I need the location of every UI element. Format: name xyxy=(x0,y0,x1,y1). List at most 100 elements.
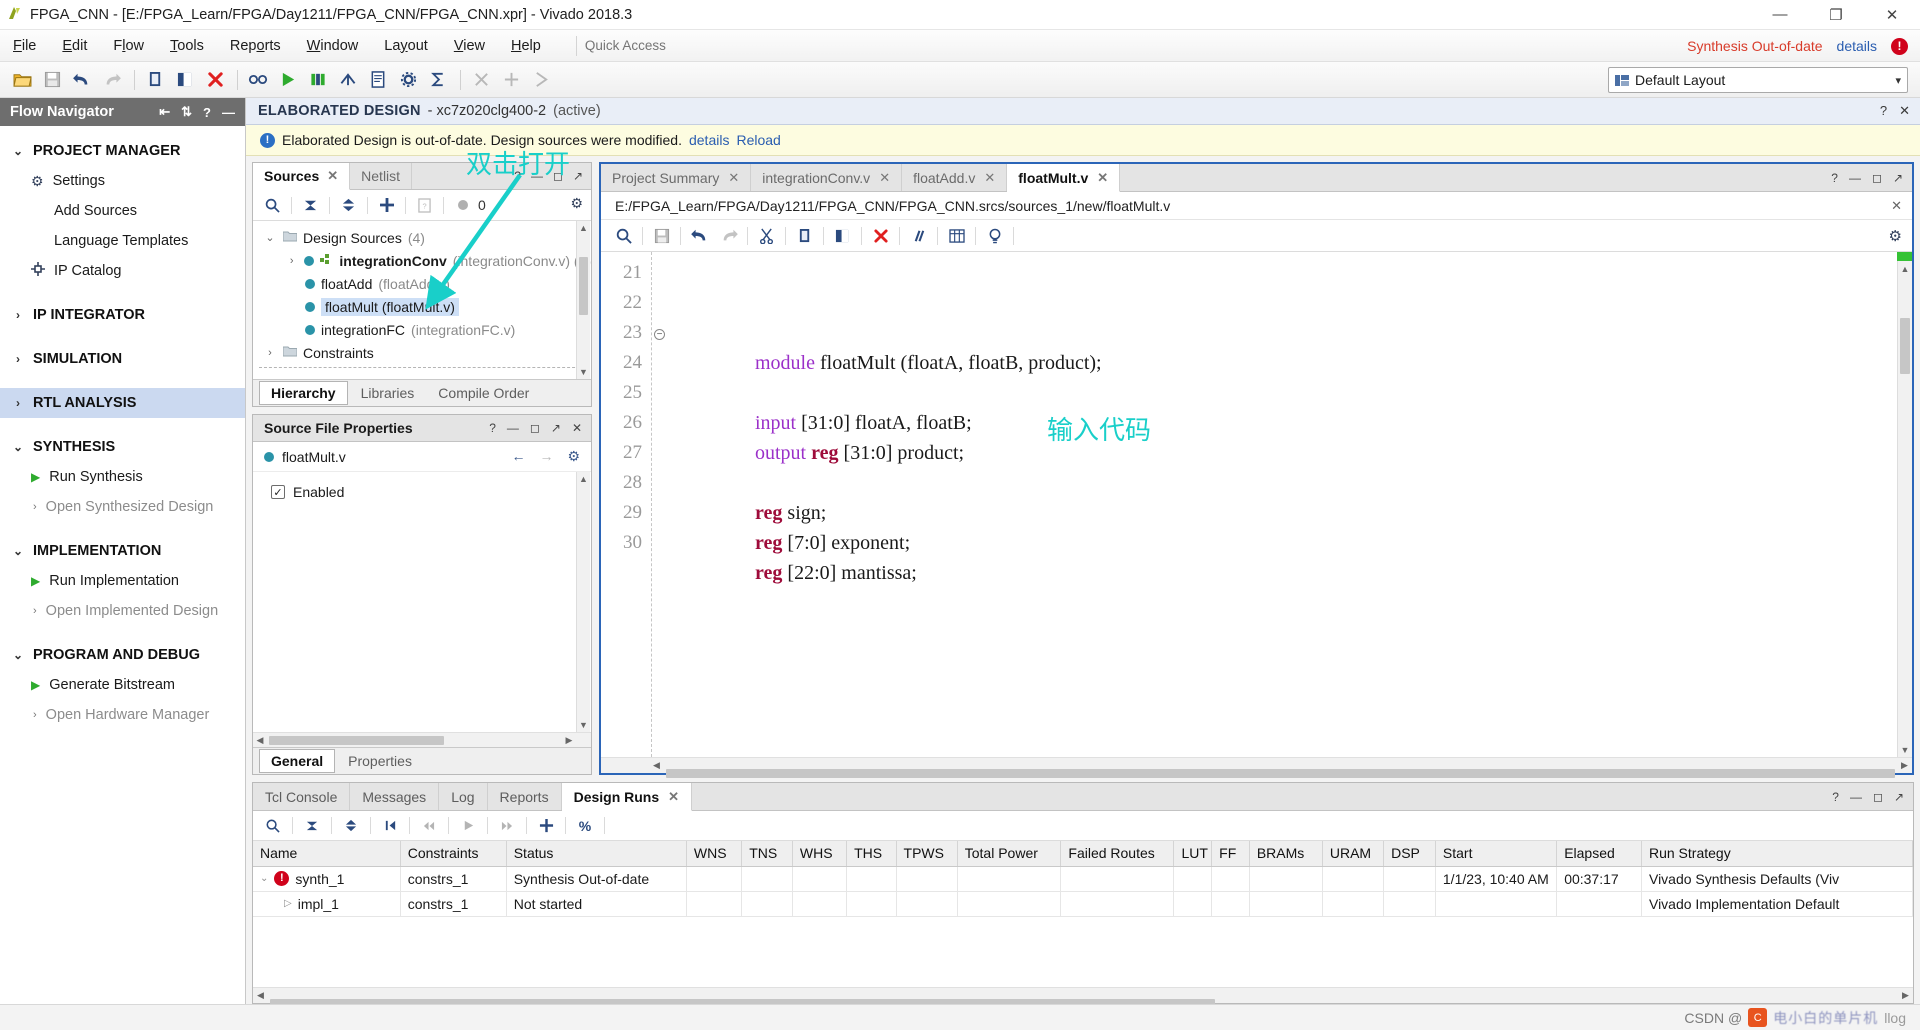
sidebar-item-settings[interactable]: ⚙ Settings xyxy=(0,166,245,196)
sidebar-section-simulation[interactable]: › SIMULATION xyxy=(0,344,245,374)
go-to-start-icon[interactable] xyxy=(376,813,404,838)
back-arrow-icon[interactable]: ← xyxy=(511,448,525,465)
expand-collapse-icon[interactable]: ⇅ xyxy=(181,104,192,120)
scroll-right-icon[interactable]: ▶ xyxy=(1898,990,1913,1001)
close-icon[interactable]: ✕ xyxy=(1891,198,1902,214)
editor-horizontal-scrollbar[interactable]: ◀ ▶ xyxy=(601,757,1912,778)
float-icon[interactable]: ↗ xyxy=(1893,171,1903,185)
sidebar-section-synthesis[interactable]: ⌄ SYNTHESIS xyxy=(0,432,245,462)
col-whs[interactable]: WHS xyxy=(792,841,848,867)
sidebar-item-run-implementation[interactable]: ▶ Run Implementation xyxy=(0,566,245,596)
float-icon[interactable]: ↗ xyxy=(1894,790,1904,804)
search-icon[interactable] xyxy=(259,193,286,218)
bulb-icon[interactable] xyxy=(980,223,1009,249)
code-area[interactable]: 21 22 23 24 25 26 27 28 29 30 − module f… xyxy=(601,252,1912,757)
col-brams[interactable]: BRAMs xyxy=(1249,841,1323,867)
code-fold-column[interactable]: − xyxy=(651,252,667,757)
close-icon[interactable]: ✕ xyxy=(1097,170,1108,186)
table-row[interactable]: ▷ impl_1 constrs_1 Not started Vivado Im… xyxy=(253,891,1913,917)
help-icon[interactable]: ? xyxy=(1880,103,1887,119)
col-tns[interactable]: TNS xyxy=(741,841,793,867)
expand-all-icon[interactable] xyxy=(335,193,362,218)
undo-icon[interactable] xyxy=(685,223,714,249)
col-dsp[interactable]: DSP xyxy=(1383,841,1436,867)
collapse-all-icon[interactable]: ⇤ xyxy=(159,104,170,120)
close-button[interactable]: ✕ xyxy=(1864,0,1920,30)
layout-selector[interactable]: Default Layout ▾ xyxy=(1608,67,1908,93)
maximize-icon[interactable]: ◻ xyxy=(530,421,540,435)
editor-settings-gear-icon[interactable]: ⚙ xyxy=(1889,227,1902,245)
comment-icon[interactable] xyxy=(904,223,933,249)
scroll-up-icon[interactable]: ▲ xyxy=(577,221,591,235)
tab-messages[interactable]: Messages xyxy=(350,783,440,810)
scroll-right-icon[interactable]: ▶ xyxy=(1897,760,1912,771)
properties-horizontal-scrollbar[interactable]: ◀ ▶ xyxy=(253,732,591,747)
paste-icon[interactable] xyxy=(828,223,857,249)
sidebar-section-program-and-debug[interactable]: ⌄ PROGRAM AND DEBUG xyxy=(0,640,245,670)
collapse-all-icon[interactable] xyxy=(297,193,324,218)
quick-access-input[interactable] xyxy=(575,35,761,56)
help-icon[interactable]: ? xyxy=(1832,790,1839,804)
minimize-icon[interactable]: — xyxy=(1849,171,1861,185)
scroll-right-icon[interactable]: ▶ xyxy=(562,735,576,746)
close-icon[interactable]: ✕ xyxy=(879,170,890,186)
close-icon[interactable]: ✕ xyxy=(984,170,995,186)
synthesis-details-link[interactable]: details xyxy=(1837,38,1877,54)
implement-icon[interactable] xyxy=(304,66,332,94)
menu-edit[interactable]: Edit xyxy=(49,34,100,58)
tree-label-selected[interactable]: floatMult (floatMult.v) xyxy=(321,297,459,316)
col-status[interactable]: Status xyxy=(506,841,687,867)
scroll-left-icon[interactable]: ◀ xyxy=(253,735,267,746)
menu-flow[interactable]: Flow xyxy=(100,34,157,58)
tab-integrationConv-v[interactable]: integrationConv.v ✕ xyxy=(751,164,903,191)
run-icon[interactable] xyxy=(274,66,302,94)
design-runs-horizontal-scrollbar[interactable]: ◀ ▶ xyxy=(253,987,1913,1008)
scroll-left-icon[interactable]: ◀ xyxy=(649,760,664,771)
close-icon[interactable]: ✕ xyxy=(327,168,338,184)
fold-toggle-icon[interactable]: − xyxy=(654,329,665,340)
minimize-icon[interactable]: — xyxy=(507,421,519,435)
tab-project-summary[interactable]: Project Summary ✕ xyxy=(601,164,752,191)
open-project-icon[interactable] xyxy=(8,66,36,94)
col-wns[interactable]: WNS xyxy=(686,841,743,867)
help-icon[interactable]: ? xyxy=(489,421,496,435)
tab-floatAdd-v[interactable]: floatAdd.v ✕ xyxy=(902,164,1008,191)
minimize-panel-icon[interactable]: — xyxy=(222,105,235,120)
chevron-down-icon[interactable]: ▾ xyxy=(1895,74,1901,87)
col-total-power[interactable]: Total Power xyxy=(957,841,1062,867)
save-icon[interactable] xyxy=(38,66,66,94)
tab-general[interactable]: General xyxy=(259,749,336,773)
float-icon[interactable]: ↗ xyxy=(573,169,583,183)
warning-details-link[interactable]: details xyxy=(689,132,729,148)
cell-name[interactable]: ▷ impl_1 xyxy=(253,891,401,917)
maximize-icon[interactable]: ◻ xyxy=(1873,790,1883,804)
percent-icon[interactable]: % xyxy=(571,813,599,838)
sidebar-item-ip-catalog[interactable]: IP Catalog xyxy=(0,256,245,286)
tree-row-floatMult[interactable]: floatMult (floatMult.v) xyxy=(253,295,591,318)
tab-design-runs[interactable]: Design Runs ✕ xyxy=(561,783,693,811)
close-icon[interactable]: ✕ xyxy=(1899,103,1910,119)
minimize-button[interactable]: — xyxy=(1752,0,1808,30)
help-icon[interactable]: ? xyxy=(514,169,521,183)
sidebar-item-run-synthesis[interactable]: ▶ Run Synthesis xyxy=(0,462,245,492)
add-sources-icon[interactable] xyxy=(373,193,400,218)
cell-name[interactable]: ⌄ ! synth_1 xyxy=(253,866,401,892)
col-lut[interactable]: LUT xyxy=(1173,841,1213,867)
scroll-up-icon[interactable]: ▲ xyxy=(577,472,591,486)
elaborate-icon[interactable] xyxy=(244,66,272,94)
tab-libraries[interactable]: Libraries xyxy=(350,382,426,404)
menu-reports[interactable]: Reports xyxy=(217,34,294,58)
cut-icon[interactable] xyxy=(752,223,781,249)
chevron-right-icon[interactable]: › xyxy=(263,347,277,359)
maximize-icon[interactable]: ◻ xyxy=(1872,171,1882,185)
menu-tools[interactable]: Tools xyxy=(157,34,217,58)
close-icon[interactable]: ✕ xyxy=(728,170,739,186)
tab-sources[interactable]: Sources ✕ xyxy=(253,163,351,190)
add-run-icon[interactable] xyxy=(532,813,560,838)
sources-vertical-scrollbar[interactable]: ▲ ▼ xyxy=(576,221,590,379)
search-icon[interactable] xyxy=(259,813,287,838)
tree-row-integrationConv[interactable]: › integrationConv (integrationConv.v) (8… xyxy=(253,249,591,272)
menu-view[interactable]: View xyxy=(441,34,498,58)
tab-floatMult-v[interactable]: floatMult.v ✕ xyxy=(1007,164,1121,192)
scroll-left-icon[interactable]: ◀ xyxy=(253,990,268,1001)
